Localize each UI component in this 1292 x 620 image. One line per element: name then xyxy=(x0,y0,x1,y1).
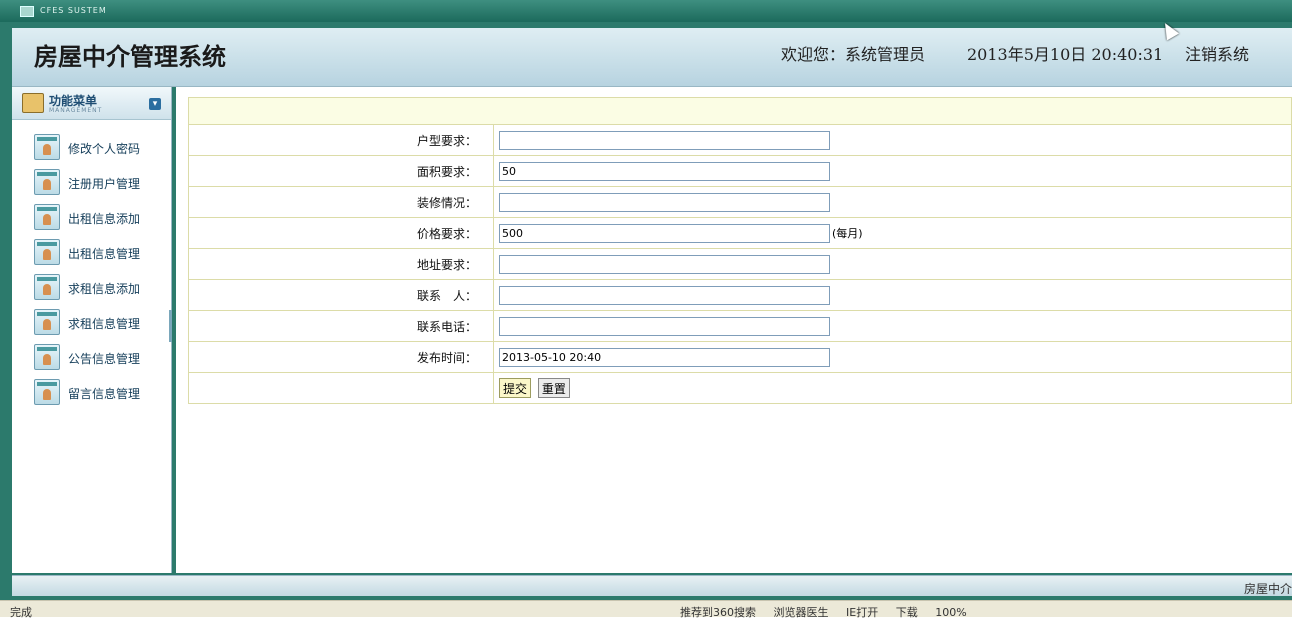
user-card-icon xyxy=(34,169,60,195)
wanted-info-form: 户型要求： 面积要求： 装修情况： 价格要求： (每月) 地址要求： 联系 人：… xyxy=(188,97,1292,404)
publish-time-label: 发布时间： xyxy=(188,341,494,373)
footer-bar: 房屋中介 xyxy=(12,575,1292,596)
menu-folder-icon xyxy=(22,93,44,113)
user-card-icon xyxy=(34,204,60,230)
app-window-icon xyxy=(20,6,34,17)
user-card-icon xyxy=(34,134,60,160)
sidebar-item-message-management[interactable]: 留言信息管理 xyxy=(32,379,171,409)
user-card-icon xyxy=(34,239,60,265)
area-label: 面积要求： xyxy=(188,155,494,187)
app-title: 房屋中介管理系统 xyxy=(34,42,226,71)
sidebar-item-wanted-add[interactable]: 求租信息添加 xyxy=(32,274,171,304)
publish-time-input[interactable] xyxy=(499,347,830,367)
footer-text: 房屋中介 xyxy=(1243,582,1292,596)
status-tools: 推荐到360搜索 浏览器医生 IE打开 下载 100% xyxy=(680,604,981,620)
form-row: 价格要求： (每月) xyxy=(188,217,1292,249)
user-card-icon xyxy=(34,309,60,335)
download-button[interactable]: 下载 xyxy=(896,606,918,619)
house-type-label: 户型要求： xyxy=(188,124,494,156)
sidebar-item-label: 出租信息管理 xyxy=(68,247,141,261)
page-header: 房屋中介管理系统 欢迎您：系统管理员 2013年5月10日 20:40:31 注… xyxy=(12,28,1292,87)
main-content: 户型要求： 面积要求： 装修情况： 价格要求： (每月) 地址要求： 联系 人：… xyxy=(176,87,1292,573)
search-recommend-button[interactable]: 推荐到360搜索 xyxy=(680,606,756,619)
sidebar: 功能菜单 MANAGEMENT ▾ 修改个人密码 注册用户管理 出租信息添加 出… xyxy=(12,87,172,573)
sidebar-item-change-password[interactable]: 修改个人密码 xyxy=(32,134,171,164)
sidebar-item-user-management[interactable]: 注册用户管理 xyxy=(32,169,171,199)
user-card-icon xyxy=(34,344,60,370)
logout-link[interactable]: 注销系统 xyxy=(1185,41,1249,65)
user-card-icon xyxy=(34,379,60,405)
ie-open-button[interactable]: IE打开 xyxy=(846,606,878,619)
sidebar-item-label: 求租信息管理 xyxy=(68,317,141,331)
contact-person-label: 联系 人： xyxy=(188,279,494,311)
address-input[interactable] xyxy=(499,254,830,274)
sidebar-item-label: 留言信息管理 xyxy=(68,387,141,401)
form-row: 地址要求： xyxy=(188,248,1292,280)
browser-doctor-button[interactable]: 浏览器医生 xyxy=(774,606,829,619)
form-row: 联系 人： xyxy=(188,279,1292,311)
form-actions-row: 提交 重置 xyxy=(188,372,1292,404)
sidebar-item-label: 出租信息添加 xyxy=(68,212,141,226)
sidebar-item-label: 修改个人密码 xyxy=(68,142,141,156)
form-row: 户型要求： xyxy=(188,124,1292,156)
phone-label: 联系电话： xyxy=(188,310,494,342)
window-titlebar: CFES SUSTEM xyxy=(0,0,1292,22)
sidebar-item-label: 注册用户管理 xyxy=(68,177,141,191)
sidebar-item-rental-management[interactable]: 出租信息管理 xyxy=(32,239,171,269)
actions-spacer xyxy=(188,372,494,404)
zoom-level[interactable]: 100% xyxy=(935,606,966,619)
price-label: 价格要求： xyxy=(188,217,494,249)
decoration-label: 装修情况： xyxy=(188,186,494,218)
sidebar-splitter-handle[interactable] xyxy=(169,310,172,342)
decoration-input[interactable] xyxy=(499,192,830,212)
collapse-chevron-icon[interactable]: ▾ xyxy=(149,98,161,110)
system-label: CFES SUSTEM xyxy=(40,6,107,15)
sidebar-item-notice-management[interactable]: 公告信息管理 xyxy=(32,344,171,374)
current-datetime: 2013年5月10日 20:40:31 xyxy=(967,45,1164,64)
sidebar-item-label: 公告信息管理 xyxy=(68,352,141,366)
house-type-input[interactable] xyxy=(499,130,830,150)
price-unit: (每月) xyxy=(832,226,863,240)
menu-header: 功能菜单 MANAGEMENT ▾ xyxy=(12,87,171,120)
sidebar-item-label: 求租信息添加 xyxy=(68,282,141,296)
phone-input[interactable] xyxy=(499,316,830,336)
form-header-row xyxy=(188,97,1292,125)
area-input[interactable] xyxy=(499,161,830,181)
welcome-text: 欢迎您：系统管理员 xyxy=(781,45,926,64)
contact-person-input[interactable] xyxy=(499,285,830,305)
form-row: 联系电话： xyxy=(188,310,1292,342)
form-row: 面积要求： xyxy=(188,155,1292,187)
browser-status-bar: 完成 推荐到360搜索 浏览器医生 IE打开 下载 100% xyxy=(0,600,1292,620)
form-row: 发布时间： xyxy=(188,341,1292,373)
user-card-icon xyxy=(34,274,60,300)
address-label: 地址要求： xyxy=(188,248,494,280)
status-text: 完成 xyxy=(10,606,32,619)
sidebar-item-wanted-management[interactable]: 求租信息管理 xyxy=(32,309,171,339)
menu-subtitle: MANAGEMENT xyxy=(49,107,103,114)
price-input[interactable] xyxy=(499,223,830,243)
reset-button[interactable]: 重置 xyxy=(537,378,570,398)
sidebar-item-rental-add[interactable]: 出租信息添加 xyxy=(32,204,171,234)
form-row: 装修情况： xyxy=(188,186,1292,218)
submit-button[interactable]: 提交 xyxy=(499,378,532,398)
